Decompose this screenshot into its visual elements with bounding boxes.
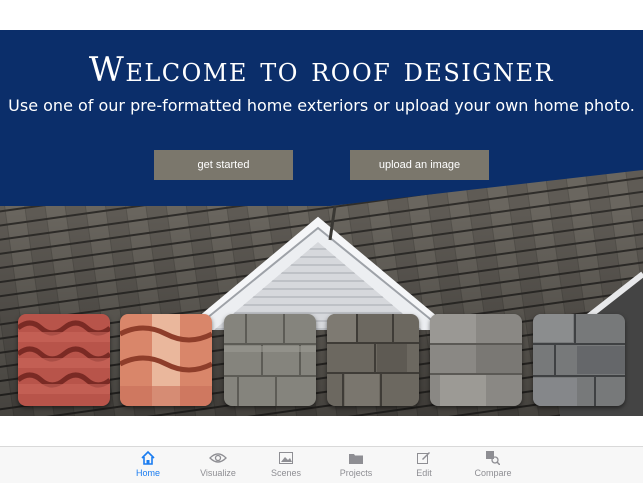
terracotta-tile-swatch[interactable] <box>120 314 212 406</box>
red-clay-tile-swatch[interactable] <box>18 314 110 406</box>
tab-projects[interactable]: Projects <box>326 449 386 481</box>
image-icon <box>279 449 293 467</box>
hero-subtitle: Use one of our pre-formatted home exteri… <box>8 96 635 115</box>
brown-gray-shake-swatch[interactable] <box>327 314 419 406</box>
tab-label-edit: Edit <box>416 468 432 478</box>
status-bar <box>0 0 643 30</box>
folder-icon <box>349 449 363 467</box>
tab-label-scenes: Scenes <box>270 468 302 478</box>
tab-label-projects: Projects <box>339 468 373 478</box>
dark-gray-slate-swatch[interactable] <box>533 314 625 406</box>
content-spacer <box>0 416 643 446</box>
hero-title: Welcome to roof designer <box>88 50 555 90</box>
tab-home[interactable]: Home <box>118 449 178 481</box>
tab-visualize[interactable]: Visualize <box>188 449 248 481</box>
tab-bar: Home Visualize Scenes Projects Edit Comp… <box>0 446 643 483</box>
gray-wood-shake-swatch[interactable] <box>224 314 316 406</box>
tab-label-visualize: Visualize <box>200 468 236 478</box>
tab-label-home: Home <box>135 468 160 478</box>
home-icon <box>140 449 156 467</box>
tab-compare[interactable]: Compare <box>463 449 523 481</box>
hero-banner: Welcome to roof designer Use one of our … <box>0 30 643 416</box>
tab-label-compare: Compare <box>474 468 512 478</box>
gray-shingle-swatch[interactable] <box>430 314 522 406</box>
eye-icon <box>209 449 227 467</box>
tab-scenes[interactable]: Scenes <box>256 449 316 481</box>
pencil-icon <box>417 449 431 467</box>
tab-edit[interactable]: Edit <box>394 449 454 481</box>
compare-icon <box>486 449 500 467</box>
